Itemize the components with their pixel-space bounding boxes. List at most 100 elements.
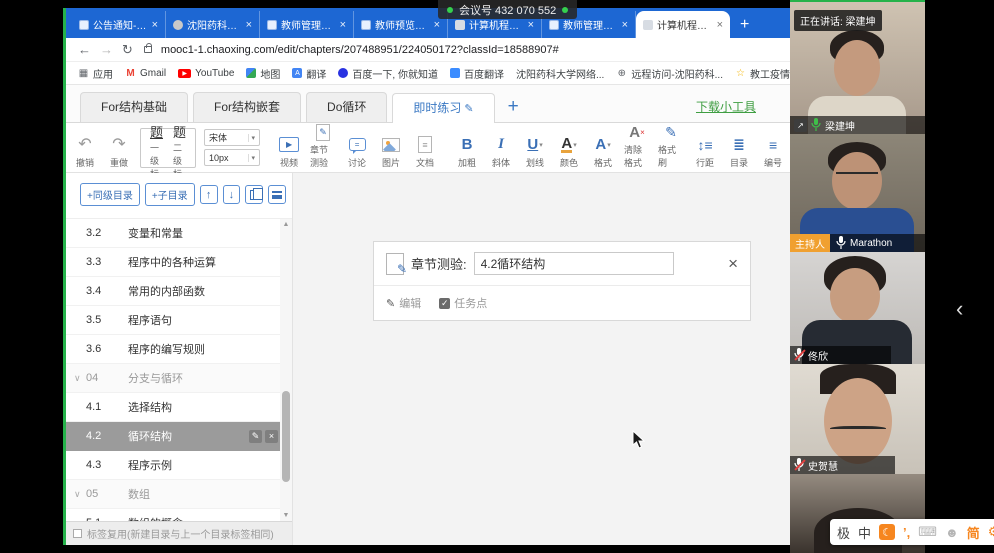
url-text[interactable]: mooc1-1.chaoxing.com/edit/chapters/20748… — [161, 44, 559, 56]
chapter-section-row[interactable]: ∨05数组 — [66, 480, 292, 509]
edit-pencil-icon[interactable]: ✎ — [249, 430, 262, 443]
scroll-down-icon[interactable]: ▼ — [283, 512, 290, 519]
chapter-row[interactable]: 3.2变量和常量 — [66, 219, 292, 248]
settings-gear-icon[interactable]: ⚙ — [988, 524, 994, 540]
move-up-button[interactable]: ↑ — [200, 185, 218, 204]
edit-pencil-icon[interactable]: ✎ — [464, 103, 473, 115]
insert-video-button[interactable]: ▶视频 — [276, 127, 302, 169]
browser-tab[interactable]: 教师管理页面 × — [260, 11, 354, 38]
add-chapter-tab-button[interactable]: + — [500, 96, 527, 122]
participant-video[interactable]: 正在讲话: 梁建坤 ↗ 梁建坤 — [790, 2, 925, 134]
numbering-button[interactable]: ≡编号 — [760, 127, 786, 169]
bookmark-gmail[interactable]: MGmail — [125, 68, 166, 79]
soft-keyboard-icon[interactable]: ⌨ — [918, 524, 937, 540]
bookmark-baidu-translate[interactable]: 百度翻译 — [450, 66, 504, 81]
redo-button[interactable]: ↷重做 — [106, 127, 132, 169]
simplified-chinese-icon[interactable]: 简 — [967, 523, 980, 542]
account-icon[interactable]: ☻ — [945, 525, 959, 540]
chapter-row[interactable]: 3.6程序的编写规则 — [66, 335, 292, 364]
browser-tab-active[interactable]: 计算机程序设计 × — [636, 11, 730, 38]
bookmark-baidu[interactable]: 百度一下, 你就知道 — [338, 66, 438, 81]
maps-icon — [246, 68, 256, 78]
screen-share-icon[interactable]: ↗ — [794, 119, 807, 132]
undo-button[interactable]: ↶撤销 — [72, 127, 98, 169]
chapter-section-row[interactable]: ∨04分支与循环 — [66, 364, 292, 393]
browser-tab[interactable]: 沈阳药科大学 × — [166, 11, 260, 38]
bookmark-maps[interactable]: 地图 — [246, 66, 280, 81]
outline-button[interactable] — [268, 185, 286, 204]
browser-tab[interactable]: 教师预览页面 × — [354, 11, 448, 38]
back-icon[interactable]: ← — [78, 42, 91, 57]
bookmark-epidemic-report[interactable]: ☆教工疫情填报 — [735, 66, 790, 81]
copy-button[interactable] — [245, 185, 263, 204]
bold-button[interactable]: B加粗 — [454, 127, 480, 169]
tab-close-icon[interactable]: × — [340, 19, 346, 31]
edit-quiz-button[interactable]: ✎编辑 — [386, 295, 421, 311]
chevron-down-icon[interactable]: ∨ — [74, 489, 86, 500]
chapter-row[interactable]: 5.1数组的概念 — [66, 509, 292, 521]
chapter-tab[interactable]: For结构基础 — [80, 92, 188, 122]
forward-icon[interactable]: → — [100, 42, 113, 57]
chapter-tab[interactable]: For结构嵌套 — [193, 92, 301, 122]
chapter-row[interactable]: 3.3程序中的各种运算 — [66, 248, 292, 277]
chapter-row[interactable]: 3.5程序语句 — [66, 306, 292, 335]
underline-button[interactable]: U▾划线 — [522, 127, 548, 169]
bookmark-remote-access[interactable]: ⊕远程访问-沈阳药科... — [616, 66, 723, 81]
participant-video[interactable]: 佟欣 — [790, 252, 925, 364]
clear-format-button[interactable]: A×清除格式 — [624, 127, 650, 169]
meeting-id-overlay[interactable]: 会议号 432 070 552 — [438, 0, 577, 19]
bookmark-apps[interactable]: ▦应用 — [78, 66, 113, 81]
chevron-down-icon[interactable]: ∨ — [74, 373, 86, 384]
task-point-checkbox[interactable]: ✓任务点 — [439, 295, 487, 311]
participant-video[interactable]: 主持人 Marathon — [790, 134, 925, 252]
chapter-row[interactable]: 4.1选择结构 — [66, 393, 292, 422]
bookmark-syphu-network[interactable]: 沈阳药科大学网络... — [516, 66, 604, 81]
chapter-row[interactable]: 3.4常用的内部函数 — [66, 277, 292, 306]
scroll-up-icon[interactable]: ▲ — [283, 221, 290, 228]
punctuation-icon[interactable]: ’, — [903, 525, 910, 540]
font-size-select[interactable]: 10px▾ — [204, 149, 260, 166]
line-spacing-button[interactable]: ↕≡行距 — [692, 127, 718, 169]
close-icon[interactable]: × — [265, 430, 278, 443]
participant-video[interactable]: 史贺慧 — [790, 364, 925, 474]
checkbox[interactable] — [73, 529, 82, 538]
night-mode-icon[interactable]: ☾ — [879, 524, 895, 540]
quiz-name-input[interactable] — [474, 252, 674, 275]
chapter-row[interactable]: 4.3程序示例 — [66, 451, 292, 480]
italic-button[interactable]: I斜体 — [488, 127, 514, 169]
tab-close-icon[interactable]: × — [152, 19, 158, 31]
download-tool-link[interactable]: 下载小工具 — [696, 98, 756, 115]
new-tab-button[interactable]: + — [730, 16, 759, 38]
chapter-tab[interactable]: Do循环 — [306, 92, 387, 122]
insert-image-button[interactable]: 图片 — [378, 127, 404, 169]
font-color-button[interactable]: A▾颜色 — [556, 127, 582, 169]
heading-style-picker[interactable]: 标题一级标题 标题二级标题 — [140, 128, 196, 168]
font-family-select[interactable]: 宋体▾ — [204, 129, 260, 146]
chinese-mode-icon[interactable]: 中 — [858, 523, 871, 542]
move-down-button[interactable]: ↓ — [223, 185, 241, 204]
chapter-row-selected[interactable]: 4.2循环结构✎× — [66, 422, 292, 451]
bookmark-translate[interactable]: A翻译 — [292, 66, 326, 81]
chapter-tab-active[interactable]: 即时练习✎ — [392, 93, 494, 123]
bookmark-youtube[interactable]: ▶YouTube — [178, 68, 234, 79]
format-button[interactable]: A▾格式 — [590, 127, 616, 169]
refresh-icon[interactable]: ↻ — [122, 42, 133, 58]
tab-close-icon[interactable]: × — [717, 19, 723, 31]
add-child-directory-button[interactable]: +子目录 — [145, 183, 195, 206]
close-icon[interactable]: × — [728, 255, 738, 272]
insert-document-button[interactable]: ≡文档 — [412, 127, 438, 169]
tab-close-icon[interactable]: × — [622, 19, 628, 31]
browser-tab[interactable]: 公告通知-沈阳 × — [72, 11, 166, 38]
scrollbar-thumb[interactable] — [282, 391, 290, 482]
format-painter-button[interactable]: ✎格式刷 — [658, 127, 684, 169]
toc-button[interactable]: ≣目录 — [726, 127, 752, 169]
add-sibling-directory-button[interactable]: +同级目录 — [80, 183, 140, 206]
sogou-mode-icon[interactable]: 极 — [837, 523, 850, 542]
insert-quiz-button[interactable]: ✎章节测验 — [310, 127, 336, 169]
tab-close-icon[interactable]: × — [434, 19, 440, 31]
insert-discussion-button[interactable]: =讨论 — [344, 127, 370, 169]
collapse-panel-chevron[interactable]: ‹ — [956, 296, 963, 322]
label-reuse-option[interactable]: 标签复用(新建目录与上一个目录标签相同) — [66, 521, 292, 545]
tab-close-icon[interactable]: × — [528, 19, 534, 31]
tab-close-icon[interactable]: × — [246, 19, 252, 31]
